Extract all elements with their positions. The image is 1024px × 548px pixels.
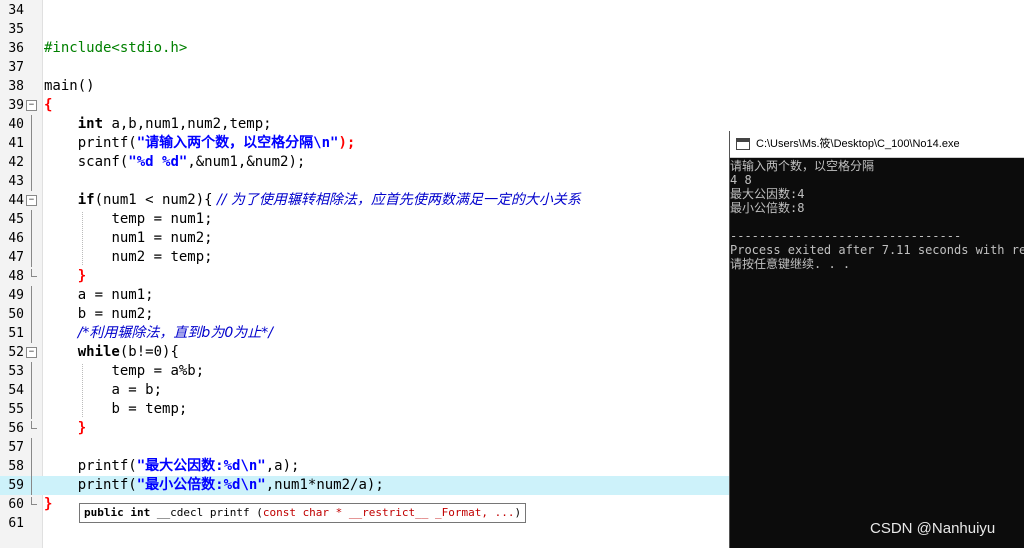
code-text: num2 = temp; <box>111 249 213 265</box>
console-app-icon <box>736 138 750 150</box>
watermark: CSDN @Nanhuiyu <box>870 520 996 537</box>
line-number: 47 <box>8 250 24 265</box>
code-text: a = num1; <box>77 287 154 303</box>
line-number: 45 <box>8 212 24 227</box>
code-line[interactable]: 35 <box>0 20 1024 39</box>
console-line: Process exited after 7.11 seconds with r… <box>730 243 1024 257</box>
fold-line-marker <box>31 457 32 476</box>
code-text: } <box>77 268 87 284</box>
code-text: while(b!=0){ <box>77 344 179 360</box>
line-number: 44 <box>8 193 24 208</box>
code-text: { <box>44 97 53 113</box>
line-number: 51 <box>8 326 24 341</box>
line-number: 52 <box>8 345 24 360</box>
code-text: #include<stdio.h> <box>44 40 188 56</box>
indent-guide <box>82 212 83 265</box>
line-number: 36 <box>8 41 24 56</box>
code-text: a = b; <box>111 382 163 398</box>
fold-line-marker <box>31 324 32 343</box>
line-number: 49 <box>8 288 24 303</box>
function-signature-tooltip: public int __cdecl printf (const char * … <box>79 503 527 523</box>
fold-end-marker <box>31 497 37 505</box>
console-output: 请输入两个数，以空格分隔 4 8 最大公因数:4 最小公倍数:8 -----------… <box>730 159 1024 544</box>
line-number: 38 <box>8 79 24 94</box>
fold-end-marker <box>31 269 37 277</box>
line-number: 58 <box>8 459 24 474</box>
fold-line-marker <box>31 381 32 400</box>
line-number: 54 <box>8 383 24 398</box>
code-line[interactable]: 38 main() <box>0 77 1024 96</box>
fold-line-marker <box>31 362 32 381</box>
code-line[interactable]: 37 <box>0 58 1024 77</box>
fold-line-marker <box>31 286 32 305</box>
code-text: /*利用辗除法，直到b为0为止*/ <box>77 325 273 341</box>
fold-line-marker <box>31 229 32 248</box>
line-number: 60 <box>8 497 24 512</box>
code-text: temp = a%b; <box>111 363 205 379</box>
code-text: } <box>44 496 53 512</box>
line-number: 41 <box>8 136 24 151</box>
fold-end-marker <box>31 421 37 429</box>
code-text: } <box>77 420 87 436</box>
line-number: 37 <box>8 60 24 75</box>
fold-line-marker <box>31 172 32 191</box>
line-number: 57 <box>8 440 24 455</box>
fold-line-marker <box>31 400 32 419</box>
line-number: 35 <box>8 22 24 37</box>
console-line: 最小公倍数:8 <box>730 201 805 215</box>
code-text: num1 = num2; <box>111 230 213 246</box>
console-line: 最大公因数:4 <box>730 187 805 201</box>
line-number: 43 <box>8 174 24 189</box>
code-text: if(num1 < num2){ // 为了使用辗转相除法，应首先使两数满足一定… <box>77 192 581 208</box>
code-text: b = num2; <box>77 306 154 322</box>
console-line: -------------------------------- <box>730 229 962 243</box>
line-number: 39 <box>8 98 24 113</box>
code-text: main() <box>44 78 95 94</box>
line-number: 59 <box>8 478 24 493</box>
fold-toggle-icon[interactable]: − <box>26 347 37 358</box>
fold-line-marker <box>31 134 32 153</box>
code-line[interactable]: 34 <box>0 1 1024 20</box>
console-title: C:\Users\Ms.筱\Desktop\C_100\No14.exe <box>756 138 960 150</box>
fold-line-marker <box>31 248 32 267</box>
line-number: 56 <box>8 421 24 436</box>
fold-line-marker <box>31 153 32 172</box>
code-line[interactable]: 39−{ <box>0 96 1024 115</box>
console-line: 4 8 <box>730 173 752 187</box>
code-text: printf("最大公因数:%d\n",a); <box>77 458 300 474</box>
console-window[interactable]: C:\Users\Ms.筱\Desktop\C_100\No14.exe 请输入… <box>729 131 1024 548</box>
line-number: 50 <box>8 307 24 322</box>
code-text: temp = num1; <box>111 211 213 227</box>
code-line[interactable]: 36 #include<stdio.h> <box>0 39 1024 58</box>
code-text: scanf("%d %d",&num1,&num2); <box>77 154 306 170</box>
indent-guide <box>82 364 83 417</box>
line-number: 53 <box>8 364 24 379</box>
code-text: printf("最小公倍数:%d\n",num1*num2/a); <box>77 477 384 493</box>
fold-toggle-icon[interactable]: − <box>26 100 37 111</box>
console-line: 请输入两个数，以空格分隔 <box>730 159 875 173</box>
line-number: 42 <box>8 155 24 170</box>
fold-line-marker <box>31 476 32 495</box>
line-number: 34 <box>8 3 24 18</box>
fold-line-marker <box>31 438 32 457</box>
code-text: int a,b,num1,num2,temp; <box>77 116 272 132</box>
console-titlebar[interactable]: C:\Users\Ms.筱\Desktop\C_100\No14.exe <box>730 131 1024 158</box>
code-text: b = temp; <box>111 401 188 417</box>
line-number: 55 <box>8 402 24 417</box>
fold-toggle-icon[interactable]: − <box>26 195 37 206</box>
console-line: 请按任意键继续. . . <box>730 257 851 271</box>
fold-line-marker <box>31 210 32 229</box>
code-text: printf("请输入两个数，以空格分隔\n"); <box>77 135 356 151</box>
line-number: 61 <box>8 516 24 531</box>
line-number: 46 <box>8 231 24 246</box>
fold-line-marker <box>31 305 32 324</box>
fold-line-marker <box>31 115 32 134</box>
line-number: 48 <box>8 269 24 284</box>
line-number: 40 <box>8 117 24 132</box>
